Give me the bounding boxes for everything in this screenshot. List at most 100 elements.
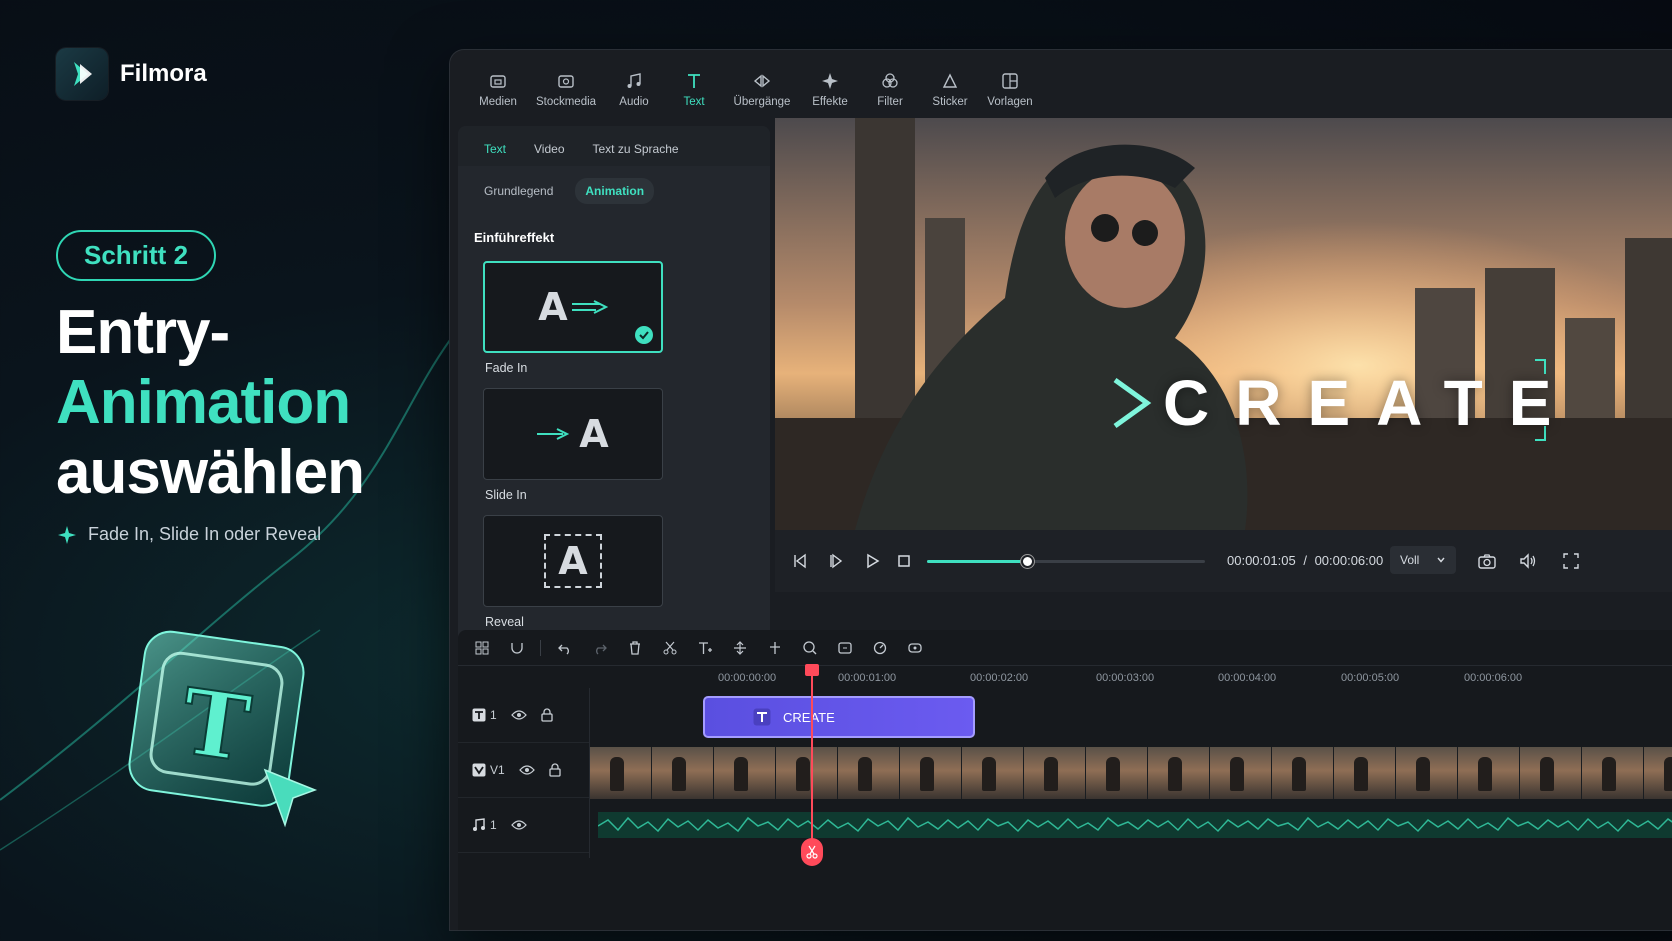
- video-thumbnail: [838, 747, 900, 799]
- toolbar-uebergaenge[interactable]: Übergänge: [724, 72, 800, 118]
- effect-glyph: A: [558, 539, 588, 583]
- quality-select[interactable]: Voll: [1390, 546, 1456, 574]
- chevron-down-icon: [1437, 557, 1445, 563]
- video-thumbnail: [962, 747, 1024, 799]
- undo-icon[interactable]: [553, 636, 576, 659]
- stop-icon[interactable]: [889, 546, 919, 576]
- text-tool-glow-icon: T: [128, 630, 318, 828]
- video-thumbnail: [1210, 747, 1272, 799]
- track-head-text: 1: [458, 688, 589, 743]
- delete-icon[interactable]: [623, 636, 646, 659]
- tab-video[interactable]: Video: [534, 142, 564, 166]
- grid-icon[interactable]: [470, 636, 493, 659]
- slide-arrow-icon: [537, 428, 570, 440]
- scrubber-progress: [927, 560, 1028, 563]
- next-frame-icon[interactable]: [821, 546, 851, 576]
- stock-media-icon: [558, 75, 574, 88]
- track-head-video: V1: [458, 743, 589, 798]
- text-track-icon: 1: [472, 708, 497, 722]
- split-scissors-icon[interactable]: [801, 838, 823, 866]
- eye-icon[interactable]: [518, 764, 535, 776]
- lock-icon[interactable]: [541, 708, 553, 722]
- ruler-tick-label: 00:00:06:00: [1464, 672, 1523, 684]
- scrubber-handle[interactable]: [1021, 555, 1035, 568]
- toolbar-audio[interactable]: Audio: [604, 72, 664, 118]
- redo-icon[interactable]: [588, 636, 611, 659]
- track-headers: 1 V1 1: [458, 688, 590, 858]
- quality-value: Voll: [1400, 553, 1420, 567]
- brand-name: Filmora: [120, 60, 207, 87]
- video-thumbnail: [1396, 747, 1458, 799]
- headline-line-3: auswählen: [56, 438, 365, 507]
- text-panel: Text Video Text zu Sprache Grundlegend A…: [458, 126, 770, 716]
- toolbar-effekte[interactable]: Effekte: [800, 72, 860, 118]
- reveal-frame-icon: A: [544, 534, 602, 588]
- ruler-tick-label: 00:00:03:00: [1096, 672, 1155, 684]
- video-thumbnail: [590, 747, 652, 799]
- prev-frame-icon[interactable]: [785, 546, 815, 576]
- effects-icon: [822, 73, 838, 89]
- video-thumbnail: [1024, 747, 1086, 799]
- subtitle-text: Fade In, Slide In oder Reveal: [88, 524, 322, 544]
- toolbar-medien[interactable]: Medien: [468, 72, 528, 118]
- eye-icon[interactable]: [510, 709, 527, 721]
- audio-waveform[interactable]: [598, 812, 1672, 838]
- ruler-tick-label: 00:00:02:00: [970, 672, 1029, 684]
- zoom-icon[interactable]: [798, 636, 821, 659]
- split-icon[interactable]: [763, 636, 786, 659]
- sticker-icon: [942, 73, 958, 88]
- headline-line-2: Animation: [56, 368, 351, 437]
- toolbar-filter[interactable]: Filter: [860, 72, 920, 118]
- toolbar-stockmedia[interactable]: Stockmedia: [528, 72, 604, 118]
- headline: Entry- Animation auswählen: [56, 298, 365, 508]
- effect-label: Fade In: [485, 361, 528, 375]
- filmora-logo: Filmora: [56, 48, 207, 100]
- magnet-icon[interactable]: [505, 636, 528, 659]
- video-thumbnail: [1458, 747, 1520, 799]
- overlay-text: CREATE: [1163, 367, 1578, 439]
- effect-slide-in[interactable]: A: [483, 388, 663, 480]
- effect-label: Slide In: [485, 488, 527, 502]
- track-number: V1: [490, 763, 505, 777]
- lock-icon[interactable]: [549, 763, 561, 777]
- sparkle-icon: [58, 525, 76, 544]
- subtitle: Fade In, Slide In oder Reveal: [58, 524, 321, 545]
- playhead-line[interactable]: [811, 664, 813, 864]
- add-text-icon[interactable]: [693, 636, 716, 659]
- effect-reveal[interactable]: A: [483, 515, 663, 607]
- eye-icon[interactable]: [510, 819, 527, 831]
- text-clip[interactable]: CREATE: [703, 696, 975, 738]
- timeline: 00:00:00:00 00:00:01:00 00:00:02:00 00:0…: [458, 630, 1672, 930]
- ruler-tick-label: 00:00:04:00: [1218, 672, 1277, 684]
- volume-icon[interactable]: [1513, 546, 1543, 576]
- fullscreen-icon[interactable]: [1556, 546, 1586, 576]
- text-clip-icon: [753, 708, 771, 726]
- speed-icon[interactable]: [868, 636, 891, 659]
- snapshot-icon[interactable]: [1472, 546, 1502, 576]
- freeze-frame-icon[interactable]: [833, 636, 856, 659]
- crop-icon[interactable]: [728, 636, 751, 659]
- play-icon[interactable]: [857, 546, 887, 576]
- tab-text[interactable]: Text: [484, 142, 506, 166]
- toolbar-sticker[interactable]: Sticker: [920, 72, 980, 118]
- playback-scrubber[interactable]: [927, 555, 1205, 568]
- toolbar-vorlagen[interactable]: Vorlagen: [980, 72, 1040, 118]
- subtab-grundlegend[interactable]: Grundlegend: [474, 178, 563, 204]
- subtab-animation[interactable]: Animation: [575, 178, 655, 204]
- effect-fade-in[interactable]: A: [483, 261, 663, 353]
- loop-icon[interactable]: [903, 636, 926, 659]
- video-clip[interactable]: [590, 747, 1672, 799]
- video-preview[interactable]: CREATE: [775, 118, 1672, 530]
- video-thumbnail: [1148, 747, 1210, 799]
- timecode: 00:00:01:05 / 00:00:06:00: [1227, 553, 1383, 568]
- video-thumbnail: [1334, 747, 1396, 799]
- video-track-icon: V1: [472, 763, 505, 777]
- track-number: 1: [490, 708, 497, 722]
- video-thumbnail: [1272, 747, 1334, 799]
- effect-label: Reveal: [485, 615, 524, 629]
- tab-text-to-speech[interactable]: Text zu Sprache: [593, 142, 679, 166]
- cut-icon[interactable]: [658, 636, 681, 659]
- effect-glyph: A: [538, 285, 568, 329]
- timeline-ruler[interactable]: 00:00:00:00 00:00:01:00 00:00:02:00 00:0…: [590, 666, 1672, 692]
- toolbar-text[interactable]: Text: [664, 72, 724, 118]
